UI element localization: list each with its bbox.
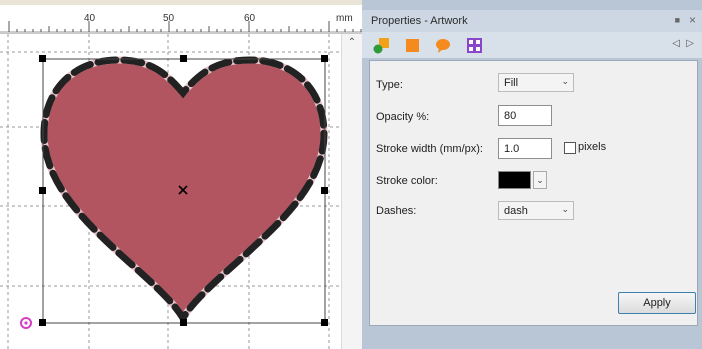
handle-top-right[interactable]: [321, 55, 328, 62]
panel-toolbar: ◁ ▷: [362, 32, 702, 58]
ruler-label-50: 50: [163, 13, 175, 24]
panel-titlebar[interactable]: Properties - Artwork ■ ×: [362, 10, 702, 32]
nav-right-icon[interactable]: ▷: [686, 38, 694, 49]
chevron-down-icon: ⌄: [561, 204, 569, 214]
dashes-label: Dashes:: [376, 205, 417, 217]
fill-color-icon[interactable]: [373, 37, 390, 54]
chevron-down-icon: ⌄: [561, 76, 569, 86]
handle-top-center[interactable]: [180, 55, 187, 62]
handle-bottom-left[interactable]: [39, 319, 46, 326]
properties-form: Type: Fill ⌄ Opacity %: Stroke width (mm…: [369, 60, 698, 326]
speech-bubble-icon[interactable]: [434, 37, 451, 54]
handle-bottom-right[interactable]: [321, 319, 328, 326]
dashes-select-value: dash: [504, 205, 528, 217]
handle-top-left[interactable]: [39, 55, 46, 62]
properties-panel: Properties - Artwork ■ × ◁ ▷ Type: Fill: [362, 0, 702, 349]
panel-title: Properties - Artwork: [371, 15, 468, 27]
stroke-width-input[interactable]: [498, 138, 552, 159]
ruler-label-60: 60: [244, 13, 256, 24]
type-select[interactable]: Fill ⌄: [498, 73, 574, 92]
orange-square-icon[interactable]: [404, 37, 421, 54]
scroll-up-icon[interactable]: ⌃: [346, 38, 358, 48]
rotate-handle-icon[interactable]: [20, 317, 32, 329]
pixels-label: pixels: [578, 141, 607, 153]
opacity-label: Opacity %:: [376, 111, 430, 123]
stroke-color-swatch[interactable]: [498, 171, 531, 189]
vertical-scrollbar[interactable]: ⌃: [341, 34, 362, 349]
ruler-label-40: 40: [84, 13, 96, 24]
ruler-ticks: [0, 21, 362, 33]
chevron-down-icon[interactable]: ⌄: [533, 171, 547, 189]
handle-bottom-center[interactable]: [180, 319, 187, 326]
apply-button[interactable]: Apply: [618, 292, 696, 314]
nav-left-icon[interactable]: ◁: [672, 38, 680, 49]
pixels-checkbox[interactable]: [564, 142, 576, 154]
type-label: Type:: [376, 79, 403, 91]
panel-footer: [362, 329, 702, 349]
type-select-value: Fill: [504, 77, 519, 89]
close-icon[interactable]: ×: [689, 13, 696, 27]
handle-middle-left[interactable]: [39, 187, 46, 194]
horizontal-ruler: 40 50 60 mm: [0, 5, 362, 34]
stroke-color-label: Stroke color:: [376, 175, 438, 187]
pattern-icon[interactable]: [466, 37, 483, 54]
pin-icon[interactable]: ■: [675, 15, 680, 25]
canvas-area[interactable]: 40 50 60 mm ⌃: [0, 0, 362, 349]
dashes-select[interactable]: dash ⌄: [498, 201, 574, 220]
stroke-width-label: Stroke width (mm/px):: [376, 143, 483, 155]
handle-middle-right[interactable]: [321, 187, 328, 194]
opacity-input[interactable]: [498, 105, 552, 126]
ruler-unit: mm: [336, 13, 353, 24]
artboard[interactable]: [0, 34, 341, 349]
